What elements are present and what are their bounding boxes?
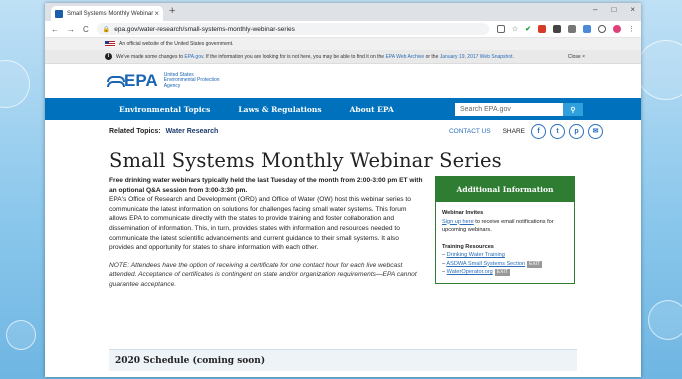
address-bar[interactable]: 🔒 epa.gov/water-research/small-systems-m…: [96, 23, 489, 35]
main-column: Free drinking water webinars typically h…: [109, 176, 423, 290]
blue-extension-icon[interactable]: [583, 25, 591, 33]
gov-banner: An official website of the United States…: [45, 38, 641, 50]
puzzle-extension-icon[interactable]: [568, 25, 576, 33]
minimize-button[interactable]: –: [593, 5, 597, 14]
email-icon[interactable]: ✉: [588, 123, 603, 139]
resource-link-asdwa[interactable]: ASDWA Small Systems Section: [446, 261, 525, 267]
related-topic-link[interactable]: Water Research: [166, 128, 219, 135]
site-header: EPA United States Environmental Protecti…: [45, 64, 641, 98]
training-resources-heading: Training Resources: [442, 243, 494, 250]
notice-close-button[interactable]: Close ×: [568, 54, 585, 60]
resource-item: – Drinking Water Training: [442, 252, 505, 258]
sidebox-title: Additional Information: [436, 177, 574, 202]
notice-text-part: or the: [424, 53, 440, 60]
extension-icons: ☆ ✔ ⋮: [496, 25, 635, 33]
facebook-icon[interactable]: f: [531, 123, 546, 139]
signup-text: Sign up here to receive email notificati…: [442, 218, 568, 235]
note-paragraph: NOTE: Attendees have the option of recei…: [109, 261, 417, 288]
resource-link-wateroperator[interactable]: WaterOperator.org: [447, 269, 493, 275]
browser-tab[interactable]: Small Systems Monthly Webinar ×: [51, 6, 163, 21]
sidebox-body: Webinar Invites Sign up here to receive …: [436, 202, 574, 283]
circle-extension-icon[interactable]: [598, 25, 606, 33]
close-window-button[interactable]: ×: [630, 5, 635, 14]
bookmark-star-icon[interactable]: ☆: [512, 25, 518, 33]
menu-dots-icon[interactable]: ⋮: [628, 25, 635, 33]
lead-paragraph: Free drinking water webinars typically h…: [109, 177, 423, 194]
tab-title: Small Systems Monthly Webinar: [67, 10, 154, 17]
resource-item: – WaterOperator.org EXIT: [442, 269, 510, 276]
twitter-icon[interactable]: t: [550, 123, 565, 139]
additional-information-box: Additional Information Webinar Invites S…: [435, 176, 575, 284]
info-icon: i: [105, 53, 112, 60]
background-bubble: [0, 60, 30, 108]
notice-text: We've made some changes to EPA.gov. If t…: [116, 54, 514, 60]
address-row: ← → C 🔒 epa.gov/water-research/small-sys…: [45, 21, 641, 38]
url-text: epa.gov/water-research/small-systems-mon…: [114, 25, 295, 33]
us-flag-icon: [105, 41, 115, 47]
share-label: SHARE: [502, 127, 525, 135]
tab-strip: Small Systems Monthly Webinar × + – □ ×: [45, 3, 641, 21]
lock-icon: 🔒: [102, 26, 111, 33]
epa-flower-icon: [107, 75, 125, 87]
exit-badge: EXIT: [527, 260, 543, 268]
back-arrow-icon[interactable]: ←: [51, 25, 59, 34]
browser-window: Small Systems Monthly Webinar × + – □ × …: [45, 3, 641, 377]
search-input[interactable]: Search EPA.gov: [455, 102, 563, 116]
agency-name: United States Environmental Protection A…: [163, 72, 220, 90]
page-title: Small Systems Monthly Webinar Series: [109, 149, 502, 172]
window-controls: – □ ×: [593, 5, 635, 14]
webinar-invites-heading: Webinar Invites: [442, 210, 484, 216]
notice-link-snapshot[interactable]: January 19, 2017 Web Snapshot: [440, 54, 513, 60]
notice-text-part: . If the information you are looking for…: [203, 53, 386, 60]
site-search: Search EPA.gov ⚲: [455, 102, 583, 116]
agency-name-line: Agency: [163, 82, 181, 89]
related-topics-bar: Related Topics: Water Research CONTACT U…: [45, 120, 641, 142]
gov-banner-text: An official website of the United States…: [119, 41, 234, 47]
reload-icon[interactable]: C: [83, 25, 89, 34]
exit-badge: EXIT: [494, 269, 510, 276]
resource-item: – ASDWA Small Systems Section EXIT: [442, 260, 543, 268]
profile-avatar-icon[interactable]: [613, 25, 621, 33]
maximize-button[interactable]: □: [611, 5, 616, 14]
share-icons: f t p ✉: [531, 123, 603, 139]
epa-logo-text: EPA: [124, 71, 158, 90]
background-bubble: [6, 320, 36, 350]
main-nav: Environmental Topics Laws & Regulations …: [45, 98, 641, 120]
contact-us-link[interactable]: CONTACT US: [449, 128, 491, 135]
dark-extension-icon[interactable]: [553, 25, 561, 33]
notice-link-epa[interactable]: EPA.gov: [184, 54, 203, 60]
notice-text-part: We've made some changes to: [116, 53, 185, 60]
nav-laws-regulations[interactable]: Laws & Regulations: [238, 105, 321, 114]
pinterest-icon[interactable]: p: [569, 123, 584, 139]
check-extension-icon[interactable]: ✔: [525, 25, 531, 33]
new-tab-button[interactable]: +: [169, 5, 175, 17]
signup-link[interactable]: Sign up here: [442, 219, 474, 225]
schedule-heading: 2020 Schedule (coming soon): [109, 349, 577, 371]
background-bubble: [648, 300, 682, 340]
nav-about-epa[interactable]: About EPA: [350, 105, 394, 114]
search-icon[interactable]: ⚲: [563, 102, 583, 116]
epa-logo[interactable]: EPA: [107, 71, 158, 91]
red-extension-icon[interactable]: [538, 25, 546, 33]
nav-environmental-topics[interactable]: Environmental Topics: [119, 105, 210, 114]
notice-link-archive[interactable]: EPA Web Archive: [385, 54, 424, 60]
main-content: Free drinking water webinars typically h…: [45, 176, 641, 290]
background-bubble: [636, 40, 682, 100]
tab-close-icon[interactable]: ×: [154, 9, 159, 18]
notice-bar: i We've made some changes to EPA.gov. If…: [45, 50, 641, 64]
resource-link-drinking-water[interactable]: Drinking Water Training: [447, 252, 505, 258]
cast-icon[interactable]: [496, 25, 505, 33]
forward-arrow-icon[interactable]: →: [67, 25, 75, 34]
epa-favicon-icon: [55, 9, 63, 18]
notice-text-part: .: [512, 53, 514, 60]
body-paragraph: EPA's Office of Research and Development…: [109, 196, 411, 252]
related-topics-label: Related Topics:: [109, 127, 161, 135]
